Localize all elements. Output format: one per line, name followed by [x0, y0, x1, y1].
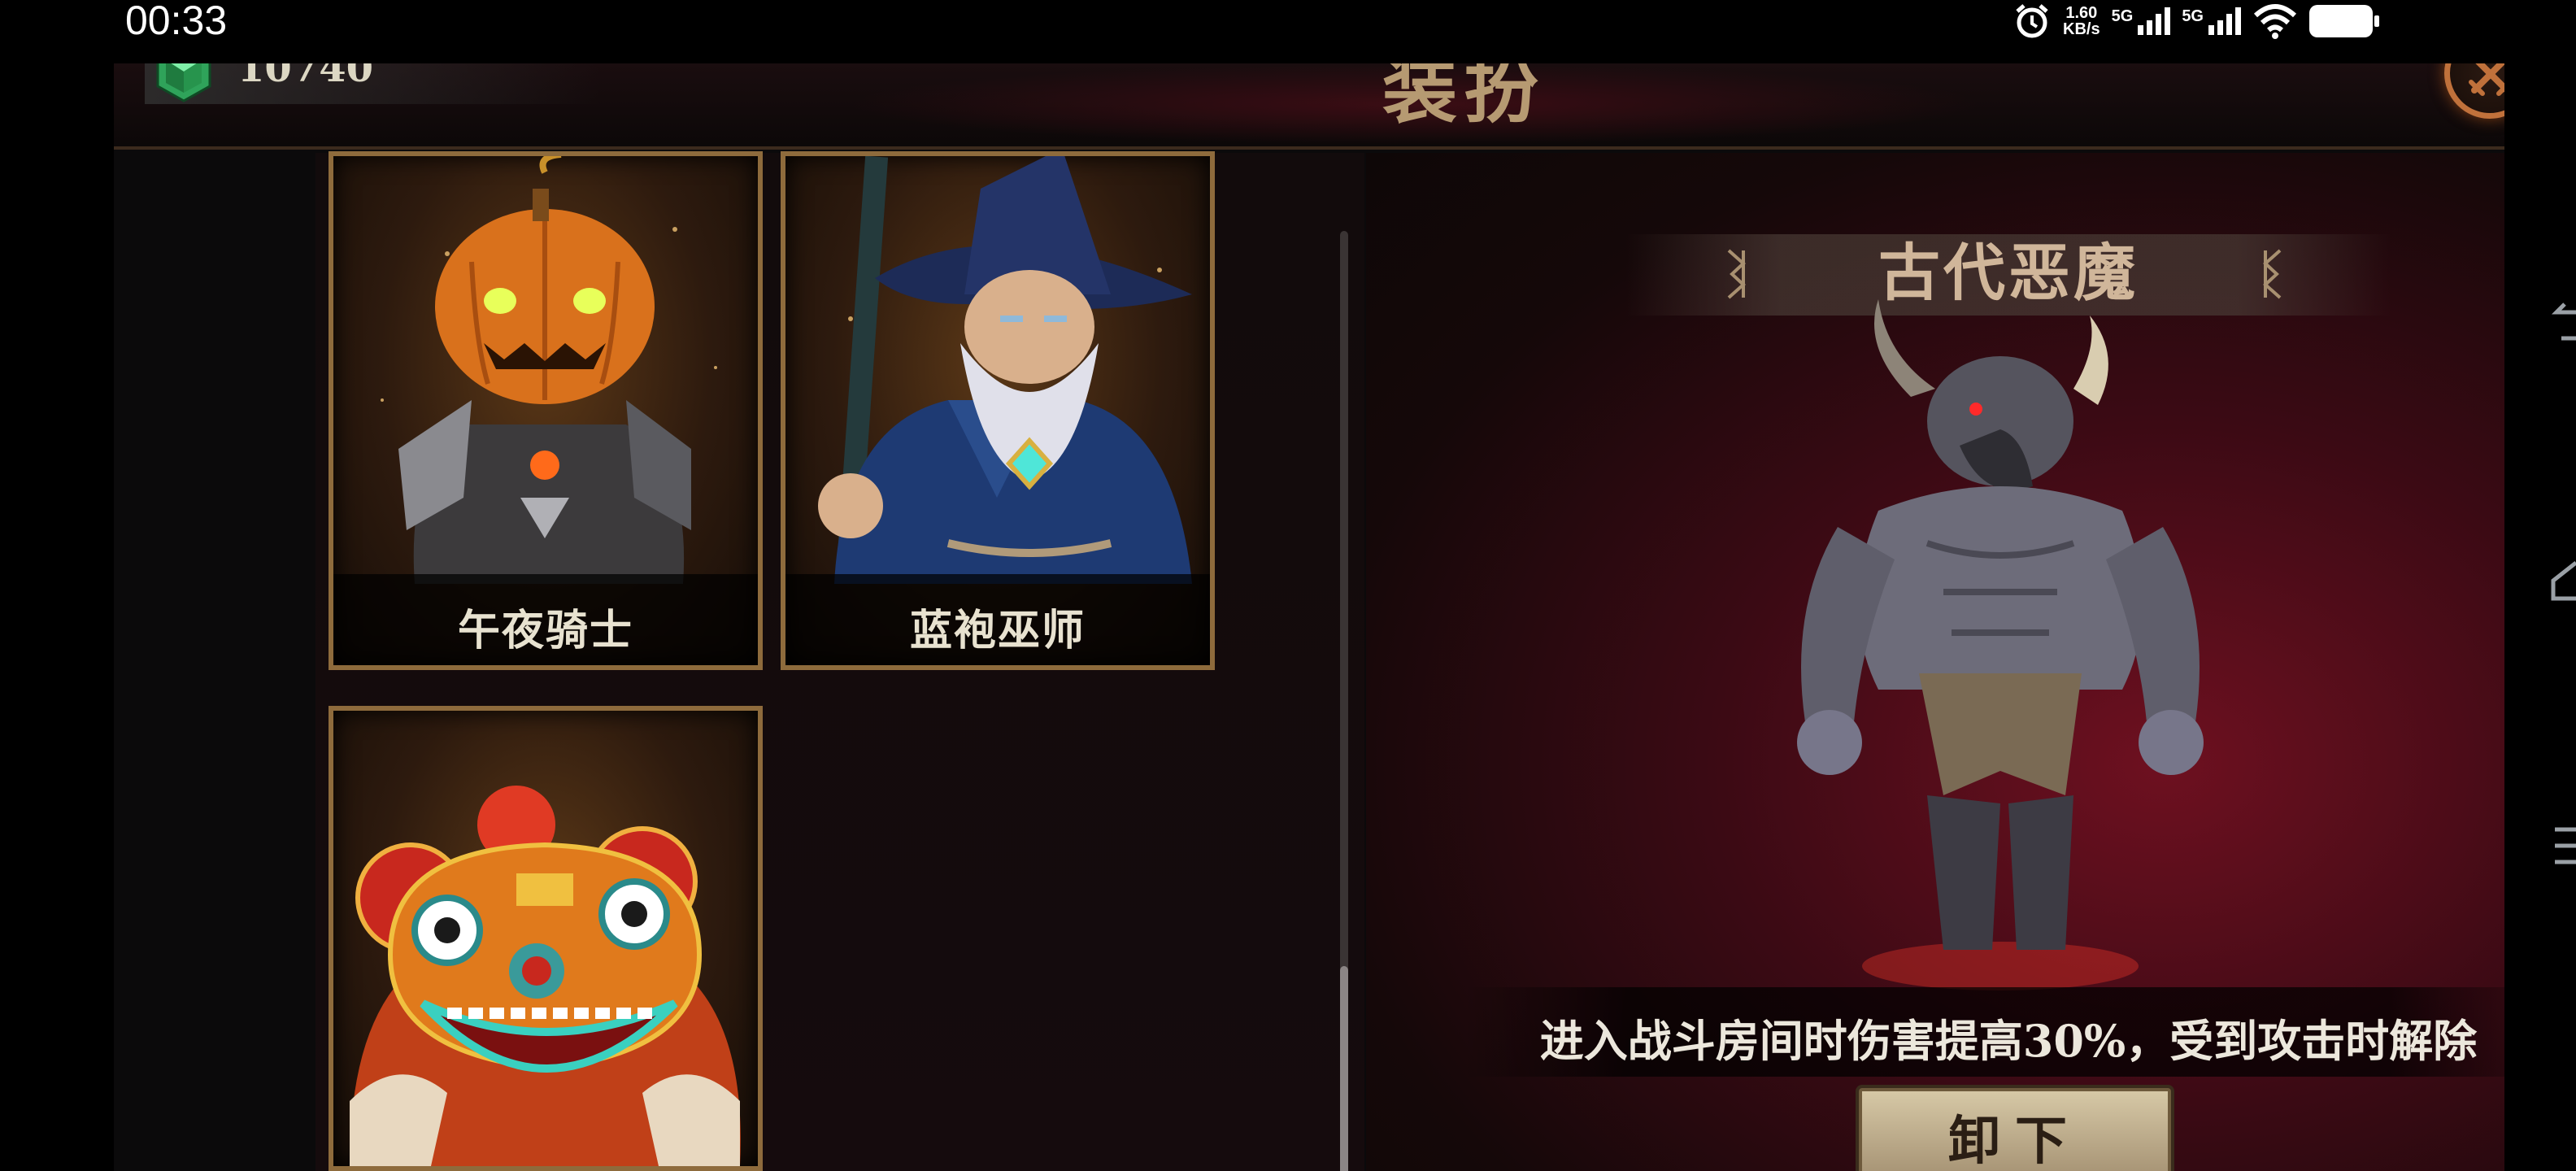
lion-dance-portrait — [350, 786, 741, 1166]
emerald-gem-icon — [156, 63, 211, 102]
alarm-icon — [2016, 4, 2048, 38]
scrollbar-thumb[interactable] — [1340, 966, 1348, 1171]
home-icon[interactable] — [2545, 553, 2576, 602]
skin-description: 进入战斗房间时伤害提高30%，受到攻击时解除 — [1539, 1015, 2478, 1067]
game-screen: 10740 装扮 午夜骑士 蓝袍巫师 古代恶魔 进入战斗房间时伤害提高30%，受… — [114, 63, 2504, 1171]
signal-icon: 5G — [2182, 7, 2241, 35]
status-icons: 1.60 KB/s 5G 5G — [2012, 0, 2379, 42]
minotaur-model — [1797, 299, 2204, 990]
back-icon[interactable] — [2545, 301, 2576, 350]
skin-card-lion-dance[interactable] — [329, 706, 763, 1171]
net-speed: 1.60 KB/s — [2063, 4, 2100, 38]
signal-icon: 5G — [2112, 7, 2171, 35]
gem-count: 10740 — [237, 63, 373, 91]
battery-icon — [2309, 5, 2379, 37]
status-time: 00:33 — [125, 0, 228, 43]
unequip-label: 卸下 — [1948, 1111, 2082, 1171]
page-title: 装扮 — [1382, 63, 1545, 133]
skin-name: 蓝袍巫师 — [909, 606, 1086, 655]
unequip-button[interactable]: 卸下 — [1859, 1088, 2171, 1171]
pumpkin-knight-portrait — [381, 156, 717, 584]
wifi-icon — [2253, 4, 2297, 39]
crossed-swords-icon — [2469, 63, 2504, 96]
skin-card-blue-wizard[interactable]: 蓝袍巫师 — [781, 151, 1215, 670]
skin-card-midnight-knight[interactable]: 午夜骑士 — [329, 151, 763, 670]
skin-name: 午夜骑士 — [457, 606, 633, 655]
blue-wizard-portrait — [818, 156, 1192, 584]
menu-icon[interactable] — [2545, 821, 2576, 870]
